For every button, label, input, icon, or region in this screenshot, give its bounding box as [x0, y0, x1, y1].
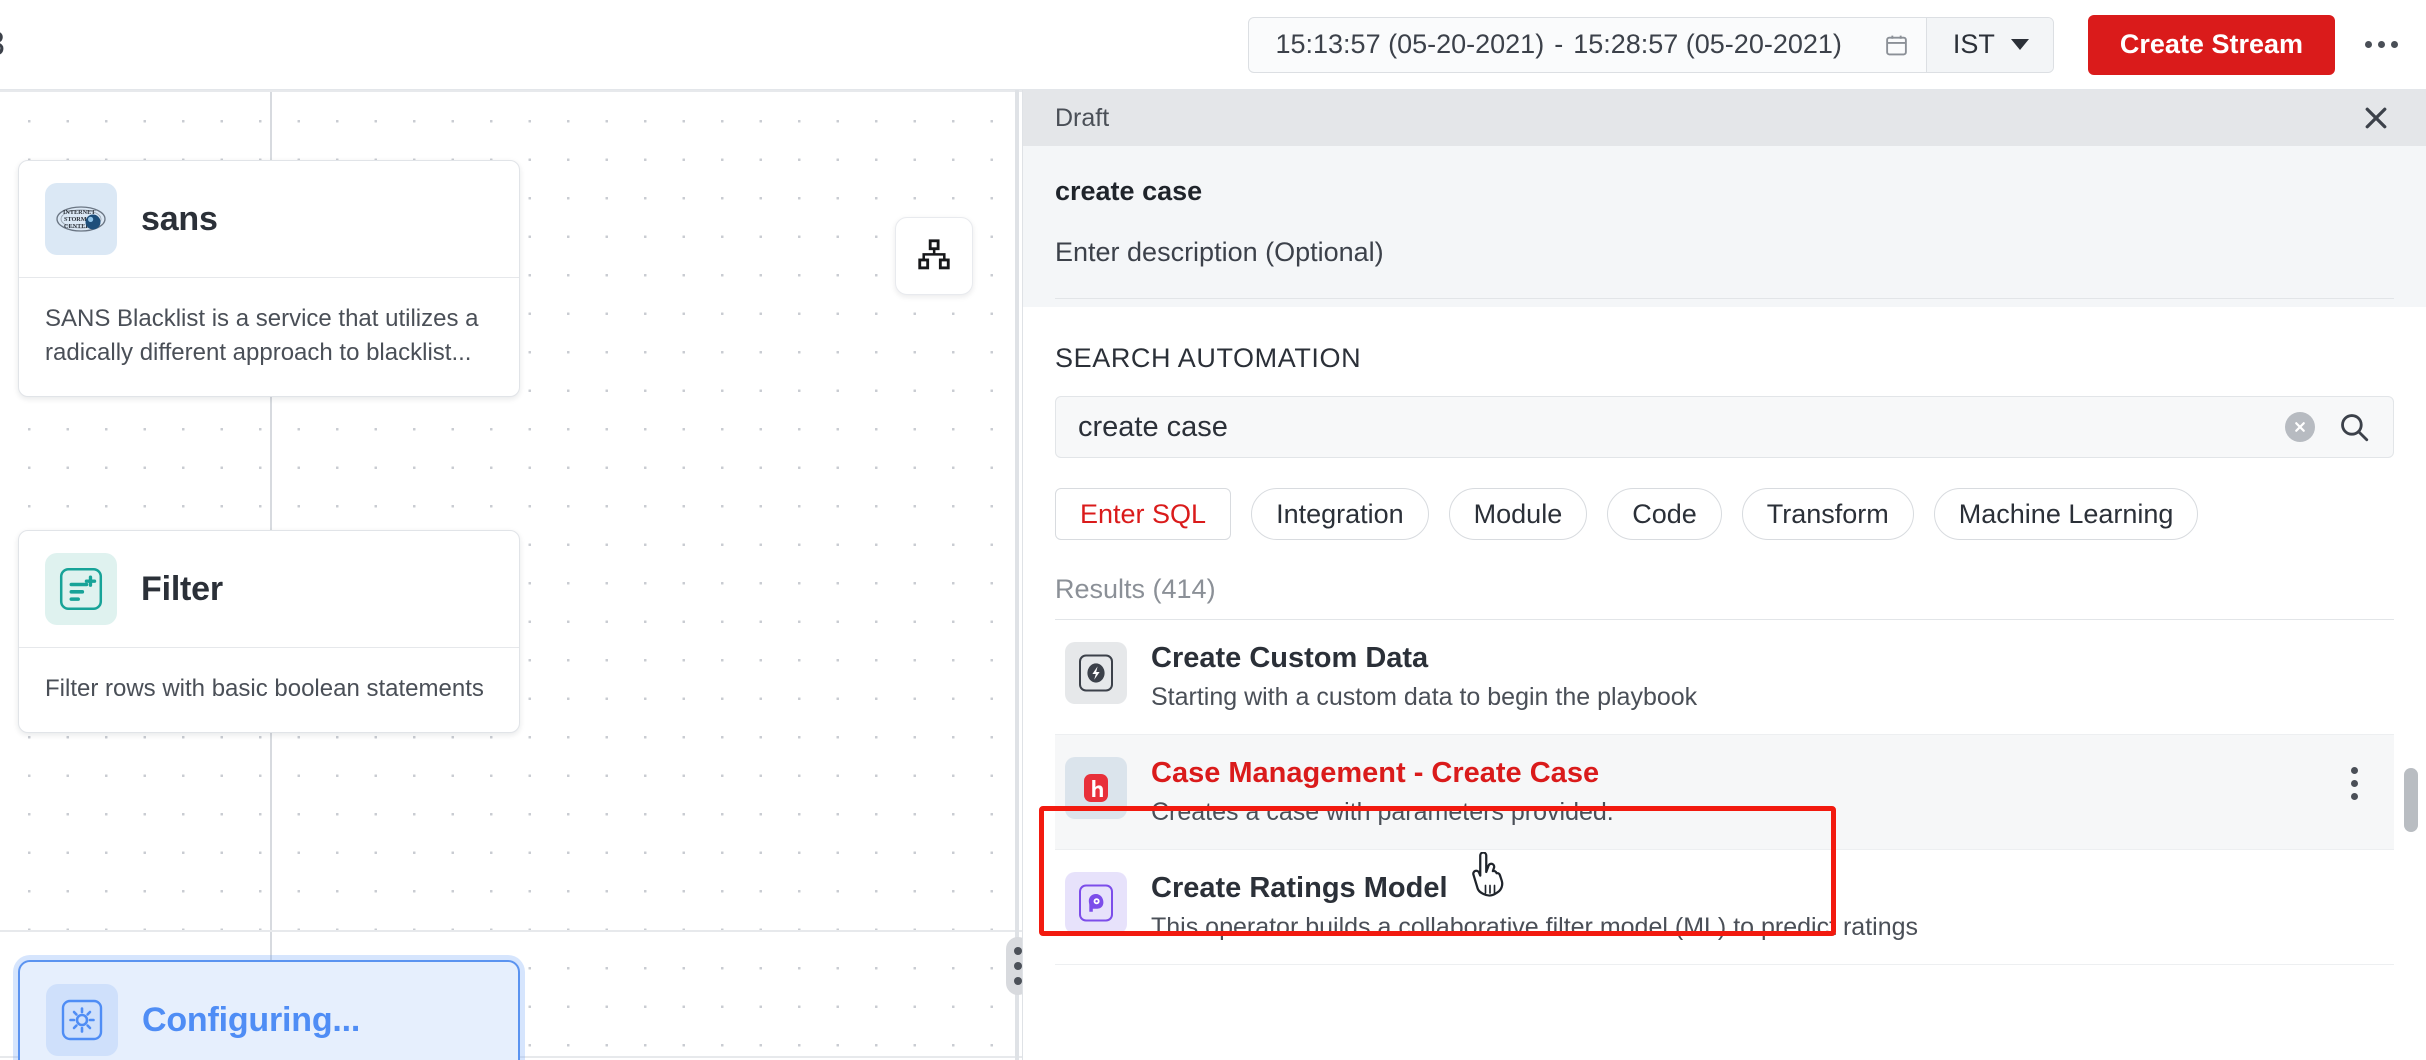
node-header: Configuring...	[20, 962, 518, 1060]
category-filter-chips: Enter SQL Integration Module Code Transf…	[1055, 488, 2394, 540]
filter-list-add-icon	[59, 567, 103, 611]
lightning-bolt-icon	[1079, 654, 1113, 692]
panel-splitter[interactable]	[1015, 90, 1019, 1060]
calendar-icon	[1886, 35, 1908, 55]
panel-close-button[interactable]	[2354, 96, 2398, 140]
panel-titlebar: Draft	[1023, 90, 2426, 146]
toolbar-left-region: 3	[0, 0, 1020, 90]
hierarchy-view-button[interactable]	[895, 217, 973, 295]
results-list: Create Custom Data Starting with a custo…	[1055, 620, 2394, 965]
date-range-end: 15:28:57 (05-20-2021)	[1573, 29, 1842, 59]
ellipsis-dot	[2378, 41, 2385, 48]
node-title: Configuring...	[142, 1000, 361, 1039]
drag-handle-icon	[1014, 977, 1022, 985]
chip-enter-sql[interactable]: Enter SQL	[1055, 488, 1232, 540]
node-description: SANS Blacklist is a service that utilize…	[19, 277, 519, 396]
results-count-label: Results (414)	[1055, 574, 2394, 620]
panel-meta-region: create case Enter description (Optional)	[1023, 146, 2426, 307]
list-item[interactable]: Create Ratings Model This operator build…	[1055, 850, 2394, 965]
kebab-menu-icon	[2350, 767, 2358, 774]
result-text-wrap: Case Management - Create Case Creates a …	[1151, 757, 2310, 827]
result-kebab-menu[interactable]	[2334, 757, 2374, 800]
automation-description-placeholder[interactable]: Enter description (Optional)	[1055, 237, 2394, 268]
date-range-text[interactable]: 15:13:57 (05-20-2021) - 15:28:57 (05-20-…	[1249, 18, 1867, 72]
chip-transform[interactable]: Transform	[1741, 488, 1914, 540]
search-icon[interactable]	[2337, 410, 2371, 444]
node-icon-wrap	[46, 984, 118, 1056]
app-root: 3 15:13:57 (05-20-2021) - 15:28:57 (05-2…	[0, 0, 2426, 1060]
node-title: Filter	[141, 569, 223, 608]
result-icon-wrap	[1065, 757, 1127, 819]
toolbar-right-region: 15:13:57 (05-20-2021) - 15:28:57 (05-20-…	[1020, 0, 2426, 90]
panel-title: Draft	[1055, 103, 1110, 132]
canvas-node-configuring[interactable]: Configuring...	[18, 960, 520, 1060]
kebab-menu-icon	[2350, 793, 2358, 800]
node-title: sans	[141, 199, 218, 238]
panel-divider	[1055, 298, 2394, 299]
clear-circle-icon	[2295, 422, 2305, 432]
node-header: Filter	[19, 531, 519, 647]
chip-machine-learning[interactable]: Machine Learning	[1933, 488, 2199, 540]
clipped-page-title: 3	[0, 25, 5, 64]
canvas-node-filter[interactable]: Filter Filter rows with basic boolean st…	[18, 530, 520, 734]
search-clear-button[interactable]	[2285, 412, 2315, 442]
ellipsis-dot	[2391, 41, 2398, 48]
close-icon	[2365, 107, 2387, 129]
flow-canvas[interactable]: INTERNET STORM CENTER sans SANS Blacklis…	[0, 90, 1022, 1060]
result-icon-wrap	[1065, 872, 1127, 934]
chevron-down-icon	[2010, 39, 2029, 50]
timezone-label: IST	[1952, 29, 1995, 59]
chip-integration[interactable]: Integration	[1251, 488, 1429, 540]
drag-handle-icon	[1014, 962, 1022, 970]
calendar-button[interactable]	[1868, 18, 1926, 72]
node-description: Filter rows with basic boolean statement…	[19, 647, 519, 732]
result-title[interactable]: Create Custom Data	[1151, 642, 2374, 675]
list-item[interactable]: Case Management - Create Case Creates a …	[1055, 735, 2394, 850]
search-automation-heading: SEARCH AUTOMATION	[1055, 343, 1362, 373]
node-header: INTERNET STORM CENTER sans	[19, 161, 519, 277]
internet-storm-center-logo-icon: INTERNET STORM CENTER	[56, 206, 106, 232]
result-description: Creates a case with parameters provided.	[1151, 798, 1614, 826]
create-stream-button[interactable]: Create Stream	[2087, 14, 2335, 75]
canvas-guide-line-horizontal	[0, 90, 1022, 92]
list-item[interactable]: Create Custom Data Starting with a custo…	[1055, 620, 2394, 735]
node-icon-wrap: INTERNET STORM CENTER	[45, 183, 117, 255]
result-text-wrap: Create Ratings Model This operator build…	[1151, 872, 2374, 942]
chip-code[interactable]: Code	[1607, 488, 1722, 540]
chip-module[interactable]: Module	[1448, 488, 1588, 540]
date-range-picker[interactable]: 15:13:57 (05-20-2021) - 15:28:57 (05-20-…	[1248, 16, 2054, 73]
svg-text:STORM: STORM	[64, 216, 87, 223]
kebab-menu-icon	[2350, 780, 2358, 787]
canvas-node-sans[interactable]: INTERNET STORM CENTER sans SANS Blacklis…	[18, 160, 520, 398]
timezone-selector[interactable]: IST	[1925, 17, 2053, 72]
date-range-separator: -	[1554, 29, 1564, 59]
result-title[interactable]: Create Ratings Model	[1151, 872, 2374, 905]
result-description: This operator builds a collaborative fil…	[1151, 913, 1919, 941]
date-range-start: 15:13:57 (05-20-2021)	[1275, 29, 1545, 59]
overflow-menu-button[interactable]	[2361, 31, 2402, 58]
ellipsis-dot	[2365, 41, 2372, 48]
automation-name[interactable]: create case	[1055, 176, 2394, 207]
result-icon-wrap	[1065, 642, 1127, 704]
hive-h-icon	[1084, 774, 1108, 802]
draft-side-panel: Draft create case Enter description (Opt…	[1022, 90, 2426, 1060]
result-description: Starting with a custom data to begin the…	[1151, 683, 1698, 711]
panel-scrollbar-thumb[interactable]	[2404, 768, 2418, 832]
result-text-wrap: Create Custom Data Starting with a custo…	[1151, 642, 2374, 712]
gear-icon	[61, 999, 103, 1041]
search-automation-region: SEARCH AUTOMATION Enter SQL Integration	[1023, 307, 2426, 1060]
node-icon-wrap	[45, 553, 117, 625]
ml-head-icon	[1079, 884, 1113, 922]
result-title[interactable]: Case Management - Create Case	[1151, 757, 2310, 790]
top-toolbar: 3 15:13:57 (05-20-2021) - 15:28:57 (05-2…	[0, 0, 2426, 90]
automation-search-box[interactable]	[1055, 396, 2394, 458]
search-input[interactable]	[1078, 410, 2275, 444]
drag-handle-icon	[1014, 947, 1022, 955]
canvas-guide-line-horizontal	[0, 930, 1022, 932]
sitemap-icon	[918, 239, 950, 270]
